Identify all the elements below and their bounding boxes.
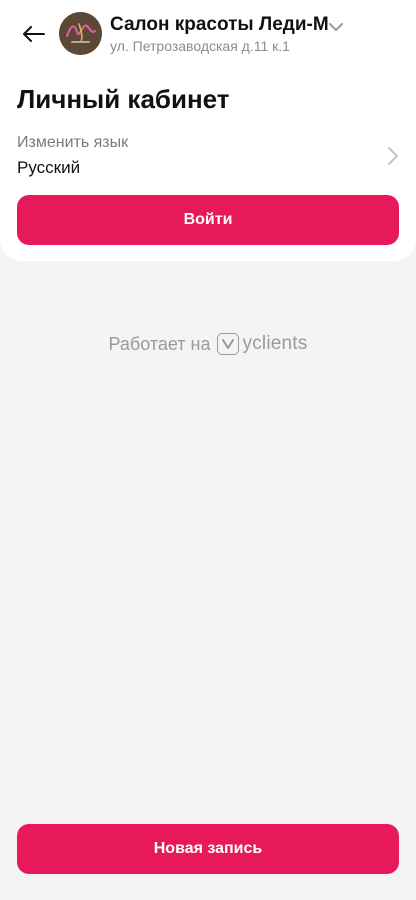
back-button[interactable] [18, 20, 50, 48]
page-title: Личный кабинет [17, 84, 230, 114]
salon-address: ул. Петрозаводская д.11 к.1 [110, 38, 290, 54]
yclients-logo-icon [216, 333, 239, 355]
salon-avatar[interactable] [59, 12, 102, 55]
chevron-right-icon [388, 147, 398, 165]
powered-by-label: Работает на [108, 333, 211, 354]
profile-card: Салон красоты Леди-М ул. Петрозаводская … [0, 0, 416, 261]
header: Салон красоты Леди-М ул. Петрозаводская … [0, 0, 416, 68]
salon-name[interactable]: Салон красоты Леди-М [110, 14, 329, 36]
chevron-down-icon[interactable] [327, 18, 345, 36]
change-language-row[interactable]: Изменить язык Русский [0, 128, 416, 184]
new-booking-button[interactable]: Новая запись [17, 824, 399, 874]
salon-logo [59, 12, 102, 55]
powered-by: Работает на yclients [0, 330, 416, 358]
yclients-brand[interactable]: yclients [243, 333, 308, 355]
current-language: Русский [17, 158, 81, 177]
login-button[interactable]: Войти [17, 195, 399, 245]
arrow-left-icon [23, 26, 45, 42]
change-language-label: Изменить язык [17, 134, 129, 151]
